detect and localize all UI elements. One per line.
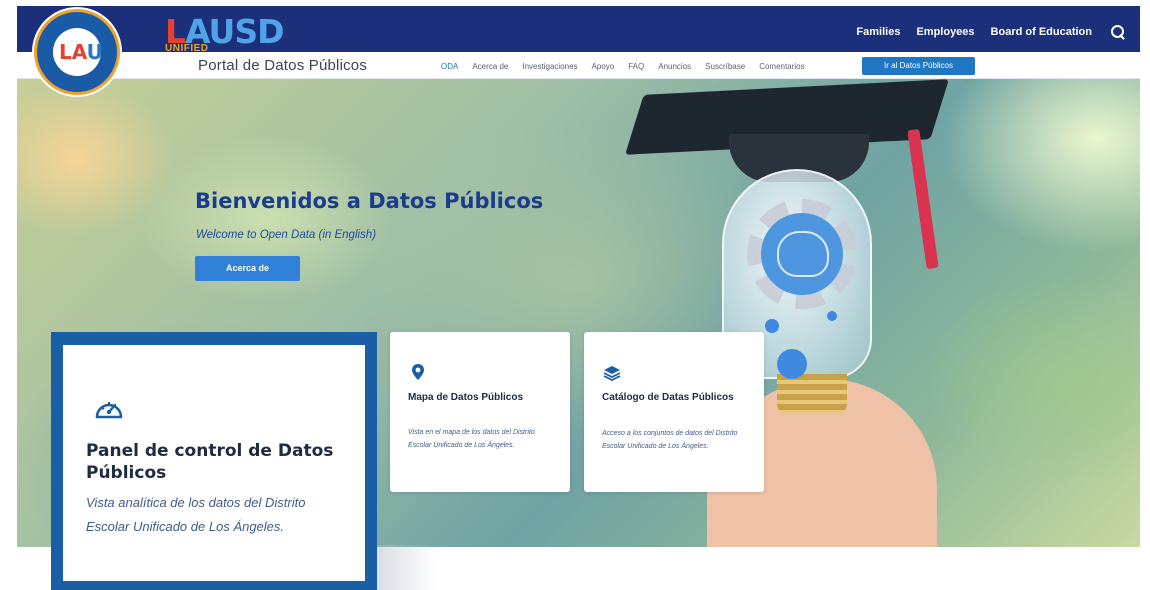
nav-faq[interactable]: FAQ xyxy=(628,62,644,71)
brain-illustration xyxy=(761,213,843,295)
catalog-card-description: Acceso a los conjuntos de datos del Dist… xyxy=(602,430,738,450)
portal-nav: ODA Acerca de Investigaciones Apoyo FAQ … xyxy=(441,62,805,71)
nav-oda[interactable]: ODA xyxy=(441,62,458,71)
nav-board-of-education[interactable]: Board of Education xyxy=(991,26,1092,38)
nav-families[interactable]: Families xyxy=(856,26,900,38)
map-card-title: Mapa de Datos Públicos xyxy=(408,392,524,403)
seal-letters: LAU xyxy=(59,40,103,64)
nav-comentarios[interactable]: Comentarios xyxy=(759,62,804,71)
nav-investigaciones[interactable]: Investigaciones xyxy=(522,62,577,71)
dashboard-card-title: Panel de control de Datos Públicos xyxy=(86,441,334,483)
dashboard-gauge-icon xyxy=(95,402,123,419)
nav-anuncios[interactable]: Anuncios xyxy=(658,62,691,71)
go-to-open-data-button[interactable]: Ir al Datos Públicos xyxy=(862,57,975,75)
decorative-dot xyxy=(765,319,779,333)
layers-icon xyxy=(603,366,621,381)
dashboard-card[interactable]: Panel de control de Datos Públicos Vista… xyxy=(51,332,377,590)
district-seal-logo[interactable]: LAU xyxy=(34,9,120,95)
lausd-logo[interactable]: LAUSD UNIFIED xyxy=(165,15,285,54)
dashboard-card-description: Vista analítica de los datos del Distrit… xyxy=(86,495,306,534)
nav-apoyo[interactable]: Apoyo xyxy=(592,62,615,71)
card-shadow-fringe xyxy=(377,545,437,590)
catalog-card[interactable]: Catálogo de Datas Públicos Acceso a los … xyxy=(584,332,764,492)
lightbulb-base xyxy=(777,374,847,414)
decorative-dot xyxy=(777,349,807,379)
decorative-dot xyxy=(827,311,837,321)
map-pin-icon xyxy=(412,364,424,380)
nav-acerca-de[interactable]: Acerca de xyxy=(472,62,508,71)
hero-subtitle-link[interactable]: Welcome to Open Data (in English) xyxy=(196,229,376,241)
dashboard-card-body: Panel de control de Datos Públicos Vista… xyxy=(63,345,365,581)
map-card[interactable]: Mapa de Datos Públicos Vista en el mapa … xyxy=(390,332,570,492)
search-icon[interactable] xyxy=(1110,24,1126,40)
cap-tassel xyxy=(907,128,939,270)
portal-title[interactable]: Portal de Datos Públicos xyxy=(198,57,367,74)
top-header-bar: LAUSD UNIFIED Families Employees Board o… xyxy=(17,6,1140,54)
top-nav: Families Employees Board of Education xyxy=(856,24,1126,40)
map-card-description: Vista en el mapa de los datos del Distri… xyxy=(408,429,535,449)
hero-title: Bienvenidos a Datos Públicos xyxy=(195,189,544,213)
catalog-card-title: Catálogo de Datas Públicos xyxy=(602,392,734,403)
nav-employees[interactable]: Employees xyxy=(916,26,974,38)
nav-suscribase[interactable]: Suscríbase xyxy=(705,62,745,71)
about-button[interactable]: Acerca de xyxy=(195,256,300,281)
portal-subnav-bar: Portal de Datos Públicos ODA Acerca de I… xyxy=(17,52,1140,79)
